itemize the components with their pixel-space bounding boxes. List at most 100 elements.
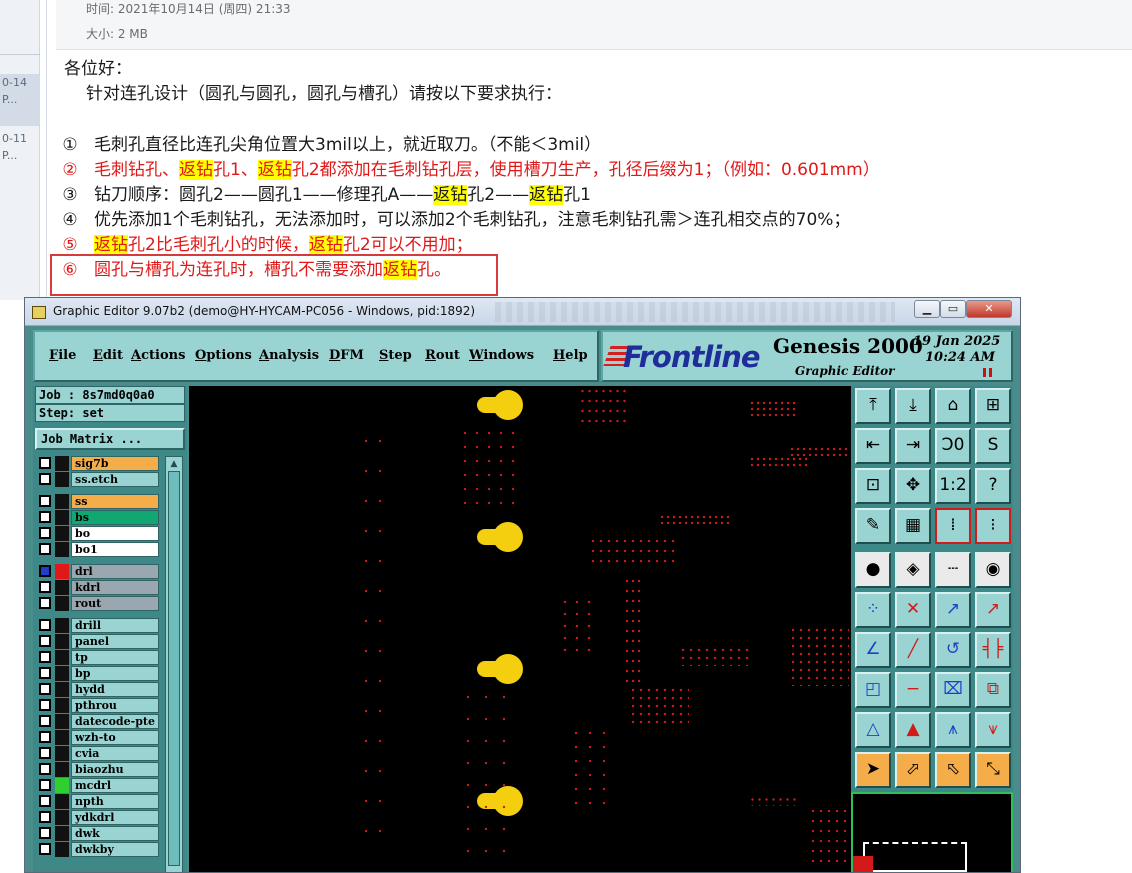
layer-row[interactable]: panel [35, 634, 161, 649]
pause-icon[interactable] [983, 368, 992, 377]
layer-color-swatch[interactable] [55, 666, 69, 681]
layer-checkbox[interactable] [39, 619, 51, 631]
home-button[interactable]: ⌂ [935, 388, 971, 424]
layer-name[interactable]: dwkby [71, 842, 159, 857]
layer-row[interactable]: dwk [35, 826, 161, 841]
pointer-box-button[interactable]: ⬀ [895, 752, 931, 788]
layer-checkbox[interactable] [39, 543, 51, 555]
layer-name[interactable]: bp [71, 666, 159, 681]
layer-link-button[interactable]: ⁝ [975, 508, 1011, 544]
scroll-up-icon[interactable]: ▲ [168, 458, 180, 470]
layer-row[interactable]: tp [35, 650, 161, 665]
triangle-button[interactable]: △ [855, 712, 891, 748]
ruler-button[interactable]: ┄ [935, 552, 971, 588]
layer-checkbox[interactable] [39, 763, 51, 775]
graphic-canvas[interactable] [189, 386, 851, 872]
pan-right-button[interactable]: ⇥ [895, 428, 931, 464]
layer-row[interactable]: npth [35, 794, 161, 809]
layer-color-swatch[interactable] [55, 826, 69, 841]
layer-row[interactable]: wzh-to [35, 730, 161, 745]
layer-color-swatch[interactable] [55, 746, 69, 761]
layer-checkbox[interactable] [39, 667, 51, 679]
overview-map[interactable] [851, 792, 1013, 872]
layer-color-swatch[interactable] [55, 810, 69, 825]
layer-name[interactable]: ydkdrl [71, 810, 159, 825]
pointer-alt-button[interactable]: ⬁ [935, 752, 971, 788]
layer-row[interactable]: rout [35, 596, 161, 611]
layer-color-swatch[interactable] [55, 618, 69, 633]
layer-color-swatch[interactable] [55, 510, 69, 525]
layer-checkbox[interactable] [39, 779, 51, 791]
triangle-up-button[interactable]: ▲ [895, 712, 931, 748]
grid-button[interactable]: ▦ [895, 508, 931, 544]
scroll-thumb[interactable] [168, 471, 180, 866]
undo-button[interactable]: ↺ [935, 632, 971, 668]
layer-checkbox[interactable] [39, 843, 51, 855]
layer-row[interactable]: dwkby [35, 842, 161, 857]
slash-button[interactable]: ╱ [895, 632, 931, 668]
layer-row[interactable]: kdrl [35, 580, 161, 595]
title-bar[interactable]: Graphic Editor 9.07b2 (demo@HY-HYCAM-PC0… [25, 298, 1020, 326]
layer-row[interactable]: cvia [35, 746, 161, 761]
layer-row[interactable]: drl [35, 564, 161, 579]
layer-name[interactable]: sig7b [71, 456, 159, 471]
layer-color-swatch[interactable] [55, 698, 69, 713]
layer-checkbox[interactable] [39, 597, 51, 609]
layer-name[interactable]: ss [71, 494, 159, 509]
layer-checkbox[interactable] [39, 731, 51, 743]
snap-button[interactable]: S [975, 428, 1011, 464]
layer-name[interactable]: rout [71, 596, 159, 611]
line-button[interactable]: ∠ [855, 632, 891, 668]
layer-name[interactable]: tp [71, 650, 159, 665]
layer-checkbox[interactable] [39, 527, 51, 539]
layer-checkbox[interactable] [39, 715, 51, 727]
layer-name[interactable]: dwk [71, 826, 159, 841]
layer-color-swatch[interactable] [55, 472, 69, 487]
frame-button[interactable]: ⌧ [935, 672, 971, 708]
layer-name[interactable]: panel [71, 634, 159, 649]
layer-color-swatch[interactable] [55, 634, 69, 649]
split-button[interactable]: ╡╞ [975, 632, 1011, 668]
layer-checkbox[interactable] [39, 795, 51, 807]
fit-button[interactable]: ⊡ [855, 468, 891, 504]
maximize-button[interactable]: ▭ [940, 300, 966, 318]
center-button[interactable]: ✥ [895, 468, 931, 504]
layer-name[interactable]: drill [71, 618, 159, 633]
layer-color-swatch[interactable] [55, 650, 69, 665]
layer-checkbox[interactable] [39, 747, 51, 759]
layer-color-swatch[interactable] [55, 714, 69, 729]
layer-color-swatch[interactable] [55, 762, 69, 777]
cross-button[interactable]: ✕ [895, 592, 931, 628]
layer-name[interactable]: hydd [71, 682, 159, 697]
layer-name[interactable]: drl [71, 564, 159, 579]
menu-step[interactable]: Step [379, 348, 412, 363]
menu-edit[interactable]: Edit [93, 348, 123, 363]
layer-checkbox[interactable] [39, 651, 51, 663]
layer-row[interactable]: bp [35, 666, 161, 681]
layer-checkbox[interactable] [39, 473, 51, 485]
layer-row[interactable]: ss.etch [35, 472, 161, 487]
layer-name[interactable]: ss.etch [71, 472, 159, 487]
layer-row[interactable]: bs [35, 510, 161, 525]
menu-dfm[interactable]: DFM [329, 348, 364, 363]
layer-display-button[interactable]: ⁞ [935, 508, 971, 544]
arch-button[interactable]: ⩚ [935, 712, 971, 748]
layer-row[interactable]: mcdrl [35, 778, 161, 793]
layer-color-swatch[interactable] [55, 842, 69, 857]
layer-row[interactable]: bo1 [35, 542, 161, 557]
layer-checkbox[interactable] [39, 565, 51, 577]
layer-name[interactable]: wzh-to [71, 730, 159, 745]
layer-row[interactable]: datecode-pte [35, 714, 161, 729]
layer-row[interactable]: biaozhu [35, 762, 161, 777]
layer-checkbox[interactable] [39, 635, 51, 647]
layer-color-swatch[interactable] [55, 730, 69, 745]
layer-name[interactable]: datecode-pte [71, 714, 159, 729]
layer-checkbox[interactable] [39, 827, 51, 839]
layer-name[interactable]: mcdrl [71, 778, 159, 793]
layer-name[interactable]: biaozhu [71, 762, 159, 777]
layer-name[interactable]: cvia [71, 746, 159, 761]
layer-name[interactable]: kdrl [71, 580, 159, 595]
menu-actions[interactable]: Actions [131, 348, 185, 363]
pan-left-button[interactable]: ⇤ [855, 428, 891, 464]
mail-list-item[interactable]: 0-14 P... [0, 74, 40, 126]
